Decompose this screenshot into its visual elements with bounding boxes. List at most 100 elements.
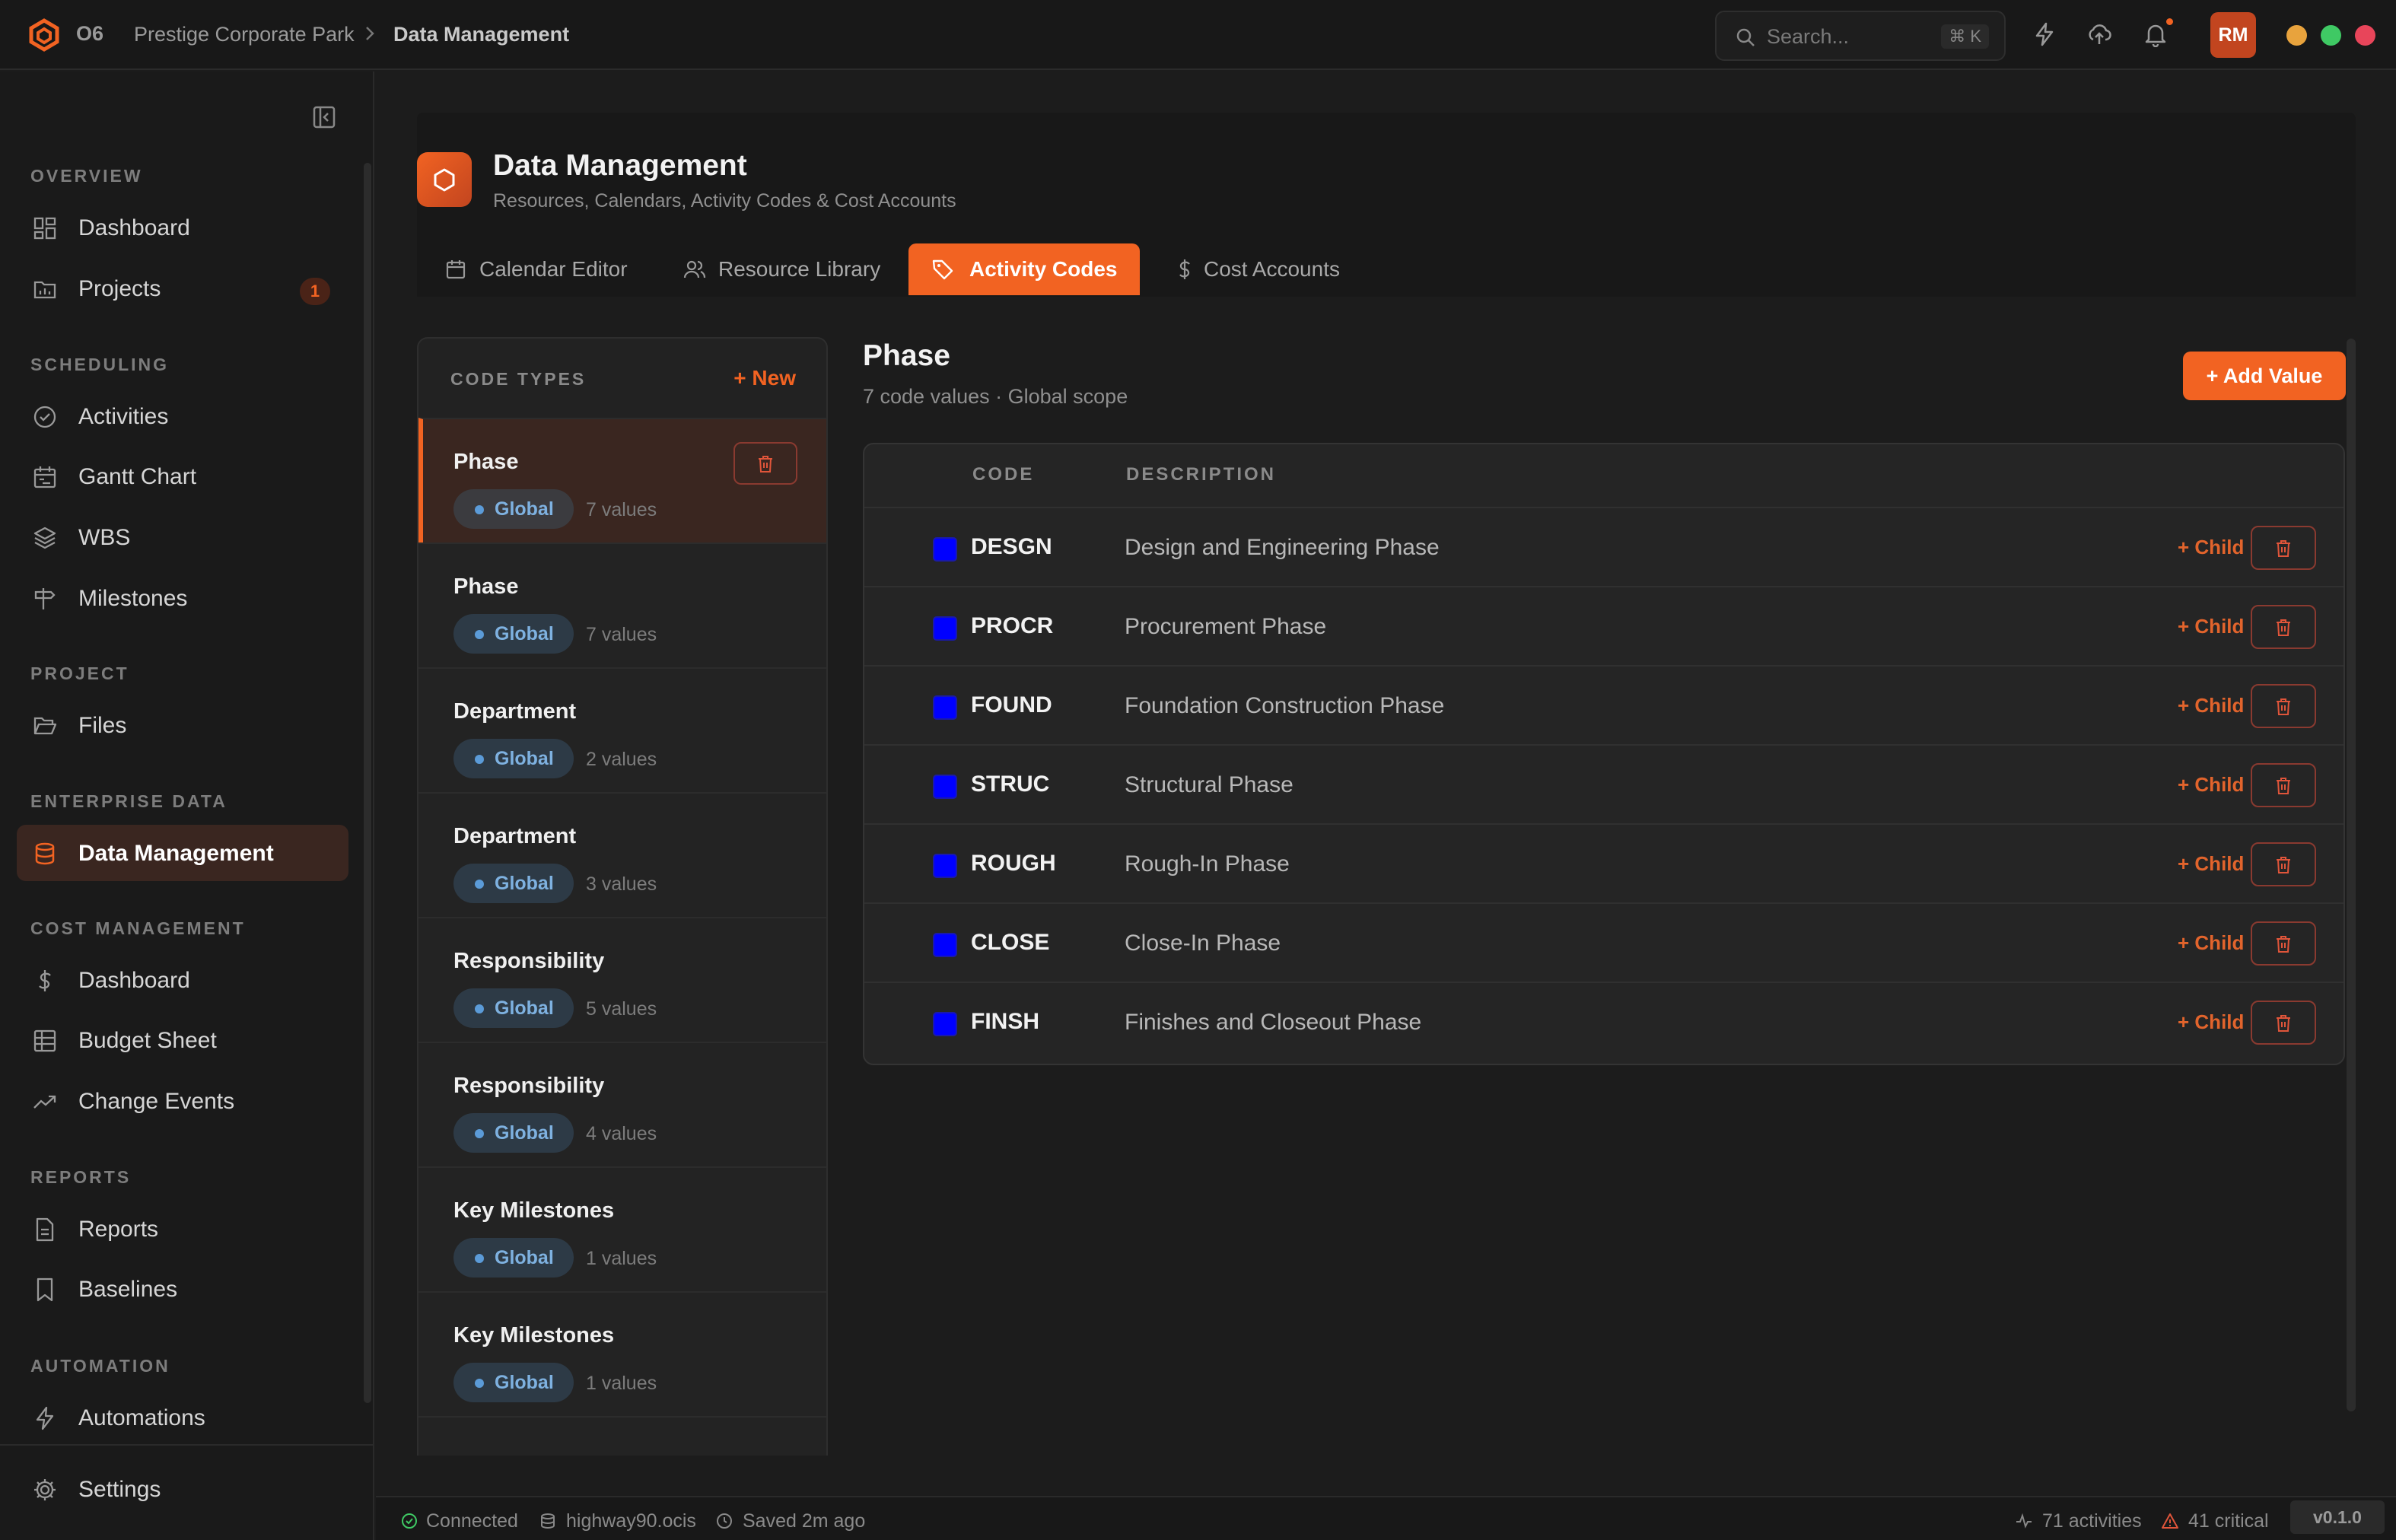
sidebar-item-dashboard[interactable]: Dashboard [17, 199, 348, 256]
delete-row-button[interactable] [2251, 684, 2316, 728]
app-logo-icon[interactable] [27, 18, 61, 52]
code-description: Close-In Phase [1125, 931, 1281, 956]
tab-label: Calendar Editor [479, 257, 628, 281]
sidebar-item-projects[interactable]: Projects 1 [17, 260, 348, 317]
window-close-button[interactable] [2355, 25, 2375, 46]
new-code-type-button[interactable]: + New [733, 366, 796, 390]
scope-label: Global [495, 1247, 554, 1268]
color-swatch[interactable] [933, 695, 957, 720]
code-type-name: Responsibility [453, 1074, 605, 1098]
delete-row-button[interactable] [2251, 1001, 2316, 1045]
delete-row-button[interactable] [2251, 842, 2316, 886]
add-child-button[interactable]: + Child [2178, 773, 2244, 797]
sidebar-item-baselines[interactable]: Baselines [17, 1261, 348, 1317]
sidebar-item-label: Gantt Chart [78, 464, 197, 489]
section-project: PROJECT [30, 663, 129, 683]
sidebar-item-reports[interactable]: Reports [17, 1201, 348, 1257]
sidebar-item-label: Reports [78, 1217, 159, 1242]
sidebar-item-wbs[interactable]: WBS [17, 509, 348, 565]
code-description: Finishes and Closeout Phase [1125, 1010, 1422, 1035]
sidebar-divider [0, 1444, 373, 1446]
trash-icon [2277, 619, 2290, 636]
sidebar-item-milestones[interactable]: Milestones [17, 570, 348, 626]
code-description: Foundation Construction Phase [1125, 693, 1445, 718]
sidebar-item-label: Baselines [78, 1277, 178, 1302]
add-child-button[interactable]: + Child [2178, 694, 2244, 718]
database-icon [539, 1512, 557, 1530]
tag-icon [931, 258, 954, 281]
code-type-item[interactable]: Key Milestones Global 1 values [418, 1166, 826, 1291]
sidebar-item-label: Milestones [78, 586, 188, 611]
color-swatch[interactable] [933, 537, 957, 562]
sidebar-item-label: Projects [78, 276, 161, 301]
search-input[interactable]: Search... ⌘ K [1715, 11, 2006, 61]
code-type-item[interactable]: Key Milestones Global 1 values [418, 1291, 826, 1416]
code-value: STRUC [971, 772, 1050, 797]
table-row[interactable]: FINSH Finishes and Closeout Phase + Chil… [864, 982, 2343, 1061]
sidebar-item-cost-dashboard[interactable]: Dashboard [17, 952, 348, 1008]
scope-label: Global [495, 623, 554, 644]
main-scrollbar[interactable] [2347, 339, 2356, 1411]
sidebar-item-activities[interactable]: Activities [17, 388, 348, 444]
code-type-count: 2 values [586, 749, 657, 770]
sidebar-collapse-icon[interactable] [312, 105, 336, 129]
code-type-item[interactable]: Department Global 2 values [418, 667, 826, 792]
scope-badge: Global [453, 988, 574, 1028]
table-row[interactable]: CLOSE Close-In Phase + Child [864, 902, 2343, 982]
breadcrumb-project[interactable]: Prestige Corporate Park [134, 23, 355, 46]
sidebar-item-data-management[interactable]: Data Management [17, 825, 348, 881]
sidebar-item-budget-sheet[interactable]: Budget Sheet [17, 1012, 348, 1068]
sidebar-scrollbar[interactable] [364, 163, 371, 1403]
table-row[interactable]: STRUC Structural Phase + Child [864, 744, 2343, 823]
lightning-icon [32, 1405, 58, 1431]
sidebar-item-label: Automations [78, 1405, 205, 1430]
lightning-icon[interactable] [2032, 21, 2057, 47]
add-value-button[interactable]: + Add Value [2183, 352, 2346, 400]
code-type-item[interactable]: Phase Global 7 values [418, 418, 826, 542]
tab-resource-library[interactable]: Resource Library [656, 243, 892, 295]
delete-code-type-button[interactable] [733, 442, 797, 485]
code-type-item[interactable]: Department Global 3 values [418, 792, 826, 917]
delete-row-button[interactable] [2251, 921, 2316, 966]
table-row[interactable]: DESGN Design and Engineering Phase + Chi… [864, 507, 2343, 586]
scope-dot [475, 755, 484, 764]
add-child-button[interactable]: + Child [2178, 1010, 2244, 1034]
code-type-item[interactable]: Responsibility Global 4 values [418, 1042, 826, 1166]
add-child-button[interactable]: + Child [2178, 931, 2244, 955]
window-minimize-button[interactable] [2286, 25, 2307, 46]
code-type-item[interactable]: Phase Global 7 values [418, 542, 826, 667]
file-name: highway90.ocis [566, 1510, 696, 1532]
sidebar-item-files[interactable]: Files [17, 697, 348, 753]
delete-row-button[interactable] [2251, 763, 2316, 807]
tab-label: Resource Library [718, 257, 881, 281]
delete-row-button[interactable] [2251, 605, 2316, 649]
code-type-name: Responsibility [453, 949, 605, 973]
window-maximize-button[interactable] [2321, 25, 2341, 46]
table-row[interactable]: ROUGH Rough-In Phase + Child [864, 823, 2343, 902]
sidebar-item-change-events[interactable]: Change Events [17, 1073, 348, 1129]
color-swatch[interactable] [933, 775, 957, 799]
color-swatch[interactable] [933, 1012, 957, 1036]
table-row[interactable]: PROCR Procurement Phase + Child [864, 586, 2343, 665]
delete-row-button[interactable] [2251, 526, 2316, 570]
user-avatar[interactable]: RM [2210, 12, 2256, 58]
color-swatch[interactable] [933, 933, 957, 957]
code-type-item[interactable]: Responsibility Global 5 values [418, 917, 826, 1042]
sidebar-item-settings[interactable]: Settings [17, 1461, 348, 1517]
color-swatch[interactable] [933, 854, 957, 878]
tab-cost-accounts[interactable]: Cost Accounts [1147, 243, 1360, 295]
tab-calendar-editor[interactable]: Calendar Editor [417, 243, 638, 295]
sidebar-item-automations[interactable]: Automations [17, 1389, 348, 1446]
table-row[interactable]: FOUND Foundation Construction Phase + Ch… [864, 665, 2343, 744]
cloud-upload-icon[interactable] [2086, 21, 2112, 47]
sidebar-item-gantt-chart[interactable]: Gantt Chart [17, 448, 348, 504]
color-swatch[interactable] [933, 616, 957, 641]
trash-icon [2277, 540, 2290, 557]
tab-activity-codes[interactable]: Activity Codes [908, 243, 1140, 295]
add-child-button[interactable]: + Child [2178, 615, 2244, 638]
add-child-button[interactable]: + Child [2178, 852, 2244, 876]
bell-icon[interactable] [2143, 21, 2168, 47]
add-child-button[interactable]: + Child [2178, 536, 2244, 559]
scope-badge: Global [453, 489, 574, 529]
code-description: Design and Engineering Phase [1125, 535, 1440, 560]
